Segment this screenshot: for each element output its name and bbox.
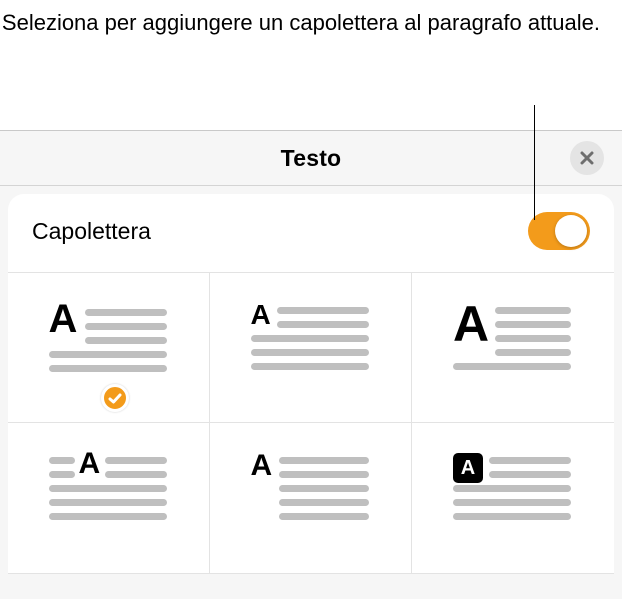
dropcap-style-option-2[interactable]: A xyxy=(210,273,412,423)
boxed-letter-icon: A xyxy=(453,453,483,483)
dropcap-style-icon: A xyxy=(453,453,573,543)
panel-header: Testo xyxy=(0,131,622,186)
panel-body: Capolettera A A xyxy=(8,194,614,574)
panel-title: Testo xyxy=(281,145,342,172)
dropcap-style-option-1[interactable]: A xyxy=(8,273,210,423)
callout-leader-line xyxy=(534,105,535,220)
dropcap-style-icon: A xyxy=(49,453,169,543)
dropcap-style-icon: A xyxy=(453,303,573,393)
dropcap-label: Capolettera xyxy=(32,218,151,245)
letter-a-icon: A xyxy=(251,299,271,331)
letter-a-icon: A xyxy=(251,449,273,483)
close-button[interactable] xyxy=(570,141,604,175)
dropcap-style-option-5[interactable]: A xyxy=(210,423,412,573)
toggle-knob xyxy=(555,215,587,247)
text-format-panel: Testo Capolettera A xyxy=(0,130,622,599)
dropcap-row: Capolettera xyxy=(8,194,614,273)
dropcap-toggle[interactable] xyxy=(528,212,590,250)
dropcap-style-option-3[interactable]: A xyxy=(412,273,614,423)
selected-checkmark-icon xyxy=(101,384,129,412)
dropcap-style-grid: A A A xyxy=(8,273,614,574)
dropcap-style-icon: A xyxy=(251,303,371,393)
dropcap-style-option-4[interactable]: A xyxy=(8,423,210,573)
letter-a-icon: A xyxy=(49,297,78,342)
letter-a-icon: A xyxy=(79,447,101,481)
letter-a-icon: A xyxy=(453,295,489,353)
close-icon xyxy=(580,151,594,165)
dropcap-style-icon: A xyxy=(49,303,169,393)
dropcap-style-option-6[interactable]: A xyxy=(412,423,614,573)
dropcap-style-icon: A xyxy=(251,453,371,543)
callout-text: Seleziona per aggiungere un capolettera … xyxy=(2,8,600,38)
